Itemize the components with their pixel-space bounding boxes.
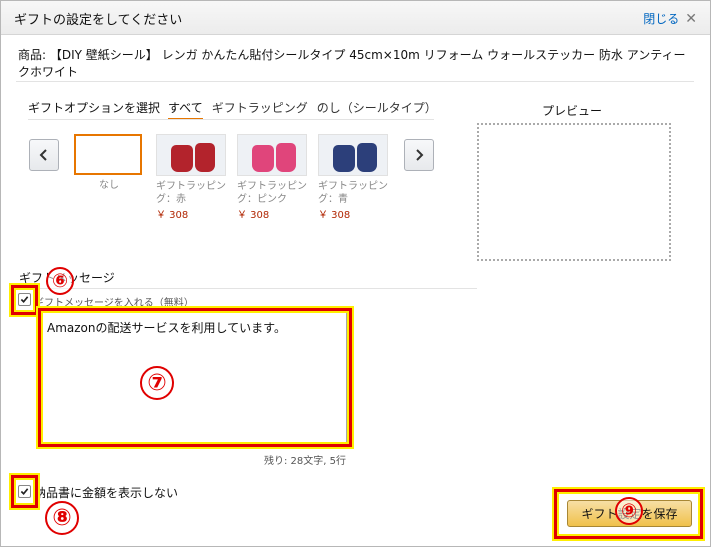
option-price: ￥ 308 — [318, 210, 351, 221]
gift-bag-image — [171, 145, 193, 172]
option-name: ギフトラッピング：青 — [318, 181, 388, 205]
product-name: 商品: 【DIY 壁紙シール】 レンガ かんたん貼付シールタイプ 45cm×10… — [18, 48, 686, 79]
option-thumbnail — [74, 134, 142, 175]
chevron-left-icon — [39, 149, 47, 161]
checkmark-icon — [20, 488, 29, 495]
gift-message-input[interactable]: Amazonの配送サービスを利用しています。 — [41, 312, 347, 443]
gift-option-pink[interactable]: ギフトラッピング：ピンク ￥ 308 — [237, 134, 307, 222]
dialog-title: ギフトの設定をしてください — [14, 13, 183, 28]
divider — [16, 81, 694, 82]
chevron-right-icon — [416, 149, 424, 161]
hide-price-label: 納品書に金額を表示しない — [34, 486, 179, 500]
save-gift-settings-button[interactable]: ギフト設定を保存 — [567, 500, 692, 527]
gift-option-tabs: ギフトオプションを選択 すべて ギフトラッピング のし（シールタイプ） — [28, 99, 446, 120]
option-price: ￥ 308 — [237, 210, 270, 221]
include-message-label: ギフトメッセージを入れる（無料） — [34, 298, 194, 309]
dialog-header: ギフトの設定をしてください 閉じる ✕ — [1, 1, 710, 35]
tabs-divider — [28, 119, 434, 120]
gift-bag-image — [252, 145, 274, 172]
option-name: なし — [99, 180, 119, 191]
tab-gift-wrapping[interactable]: ギフトラッピング — [212, 99, 308, 120]
carousel-prev-button[interactable] — [29, 139, 59, 171]
gift-option-none[interactable]: なし — [74, 134, 144, 192]
gift-option-blue[interactable]: ギフトラッピング：青 ￥ 308 — [318, 134, 388, 222]
remaining-characters: 残り: 28文字, 5行 — [264, 456, 346, 467]
annotation-marker-8: ⑧ — [45, 501, 79, 535]
close-label: 閉じる — [643, 12, 680, 26]
gift-settings-dialog: ギフトの設定をしてください 閉じる ✕ 商品: 【DIY 壁紙シール】 レンガ … — [0, 0, 711, 547]
gift-bag-image — [276, 143, 296, 172]
gift-option-red[interactable]: ギフトラッピング：赤 ￥ 308 — [156, 134, 226, 222]
gift-bag-image — [195, 143, 215, 172]
tab-noshi[interactable]: のし（シールタイプ） — [317, 99, 437, 120]
close-x-icon: ✕ — [685, 10, 697, 27]
tab-all[interactable]: すべて — [168, 99, 203, 120]
option-thumbnail — [318, 134, 388, 176]
option-name: ギフトラッピング：赤 — [156, 181, 226, 205]
option-thumbnail — [237, 134, 307, 176]
hide-price-checkbox[interactable] — [18, 485, 31, 498]
gift-message-title: ギフトメッセージ — [19, 271, 115, 285]
include-message-checkbox[interactable] — [18, 293, 31, 306]
option-price: ￥ 308 — [156, 210, 189, 221]
close-button[interactable]: 閉じる ✕ — [643, 10, 697, 27]
section-divider — [19, 288, 477, 289]
gift-bag-image — [333, 145, 355, 172]
carousel-next-button[interactable] — [404, 139, 434, 171]
option-name: ギフトラッピング：ピンク — [237, 181, 307, 205]
checkmark-icon — [20, 296, 29, 303]
preview-title: プレビュー — [542, 104, 603, 118]
option-thumbnail — [156, 134, 226, 176]
preview-area — [477, 123, 671, 261]
gift-options-label: ギフトオプションを選択 — [28, 101, 161, 115]
gift-bag-image — [357, 143, 377, 172]
